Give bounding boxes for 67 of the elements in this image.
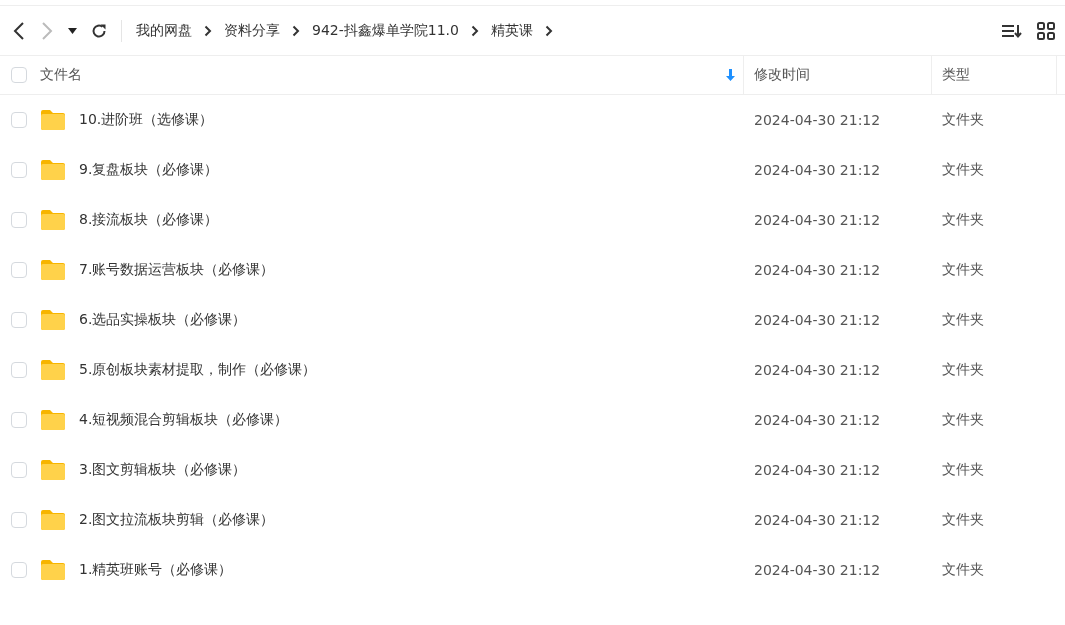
- modified-time: 2024-04-30 21:12: [753, 412, 882, 428]
- folder-name[interactable]: 9.复盘板块（必修课）: [79, 161, 744, 179]
- modified-time: 2024-04-30 21:12: [753, 262, 882, 278]
- row-checkbox[interactable]: [11, 512, 27, 528]
- modified-time: 2024-04-30 21:12: [753, 162, 882, 178]
- folder-name[interactable]: 1.精英班账号（必修课）: [79, 561, 744, 579]
- row-checkbox[interactable]: [11, 162, 27, 178]
- row-checkbox[interactable]: [11, 562, 27, 578]
- modified-time: 2024-04-30 21:12: [753, 562, 882, 578]
- file-type: 文件夹: [941, 111, 985, 129]
- select-all-checkbox[interactable]: [11, 67, 27, 83]
- breadcrumb-link[interactable]: 精英课: [490, 21, 533, 40]
- row-checkbox[interactable]: [11, 312, 27, 328]
- sort-down-arrow-icon: [726, 69, 735, 81]
- file-type: 文件夹: [941, 561, 985, 579]
- folder-icon: [40, 359, 66, 381]
- folder-name[interactable]: 7.账号数据运营板块（必修课）: [79, 261, 744, 279]
- modified-time: 2024-04-30 21:12: [753, 312, 882, 328]
- folder-icon: [40, 559, 66, 581]
- row-checkbox[interactable]: [11, 212, 27, 228]
- row-checkbox[interactable]: [11, 462, 27, 478]
- folder-icon: [40, 309, 66, 331]
- folder-icon: [40, 509, 66, 531]
- column-header[interactable]: 类型: [942, 66, 970, 84]
- modified-time: 2024-04-30 21:12: [753, 212, 882, 228]
- row-checkbox[interactable]: [11, 412, 27, 428]
- column-header[interactable]: 修改时间: [754, 66, 810, 84]
- folder-name[interactable]: 2.图文拉流板块剪辑（必修课）: [79, 511, 744, 529]
- file-type: 文件夹: [941, 411, 985, 429]
- file-type: 文件夹: [941, 261, 985, 279]
- file-type: 文件夹: [941, 311, 985, 329]
- file-type: 文件夹: [941, 511, 985, 529]
- folder-name[interactable]: 3.图文剪辑板块（必修课）: [79, 461, 744, 479]
- breadcrumb-link[interactable]: 资料分享: [224, 21, 280, 40]
- chevron-right-icon: [470, 24, 479, 37]
- modified-time: 2024-04-30 21:12: [753, 512, 882, 528]
- folder-name[interactable]: 5.原创板块素材提取，制作（必修课）: [79, 361, 744, 379]
- chevron-right-icon: [544, 24, 553, 37]
- folder-icon: [40, 159, 66, 181]
- folder-name[interactable]: 8.接流板块（必修课）: [79, 211, 744, 229]
- dropdown-caret-icon[interactable]: [68, 27, 77, 34]
- grid-view-icon[interactable]: [1037, 21, 1055, 40]
- folder-name[interactable]: 10.进阶班（选修课）: [79, 111, 744, 129]
- folder-name[interactable]: 6.选品实操板块（必修课）: [79, 311, 744, 329]
- row-checkbox[interactable]: [11, 112, 27, 128]
- file-type: 文件夹: [941, 211, 985, 229]
- row-checkbox[interactable]: [11, 362, 27, 378]
- modified-time: 2024-04-30 21:12: [753, 112, 882, 128]
- folder-icon: [40, 459, 66, 481]
- modified-time: 2024-04-30 21:12: [753, 362, 882, 378]
- chevron-right-icon: [292, 24, 300, 37]
- folder-icon: [40, 109, 66, 131]
- file-type: 文件夹: [941, 361, 985, 379]
- breadcrumb-link[interactable]: 我的网盘: [136, 21, 192, 40]
- file-type: 文件夹: [941, 461, 985, 479]
- folder-name[interactable]: 4.短视频混合剪辑板块（必修课）: [79, 411, 744, 429]
- folder-icon: [40, 409, 66, 431]
- column-header[interactable]: 文件名: [40, 66, 82, 84]
- row-checkbox[interactable]: [11, 262, 27, 278]
- file-type: 文件夹: [941, 161, 985, 179]
- folder-icon: [40, 259, 66, 281]
- chevron-right-icon: [204, 24, 212, 37]
- modified-time: 2024-04-30 21:12: [753, 462, 882, 478]
- breadcrumb-link[interactable]: 942-抖鑫爆单学院11.0: [312, 21, 459, 40]
- refresh-icon[interactable]: [91, 22, 107, 39]
- folder-icon: [40, 209, 66, 231]
- sort-list-icon[interactable]: [1001, 22, 1023, 39]
